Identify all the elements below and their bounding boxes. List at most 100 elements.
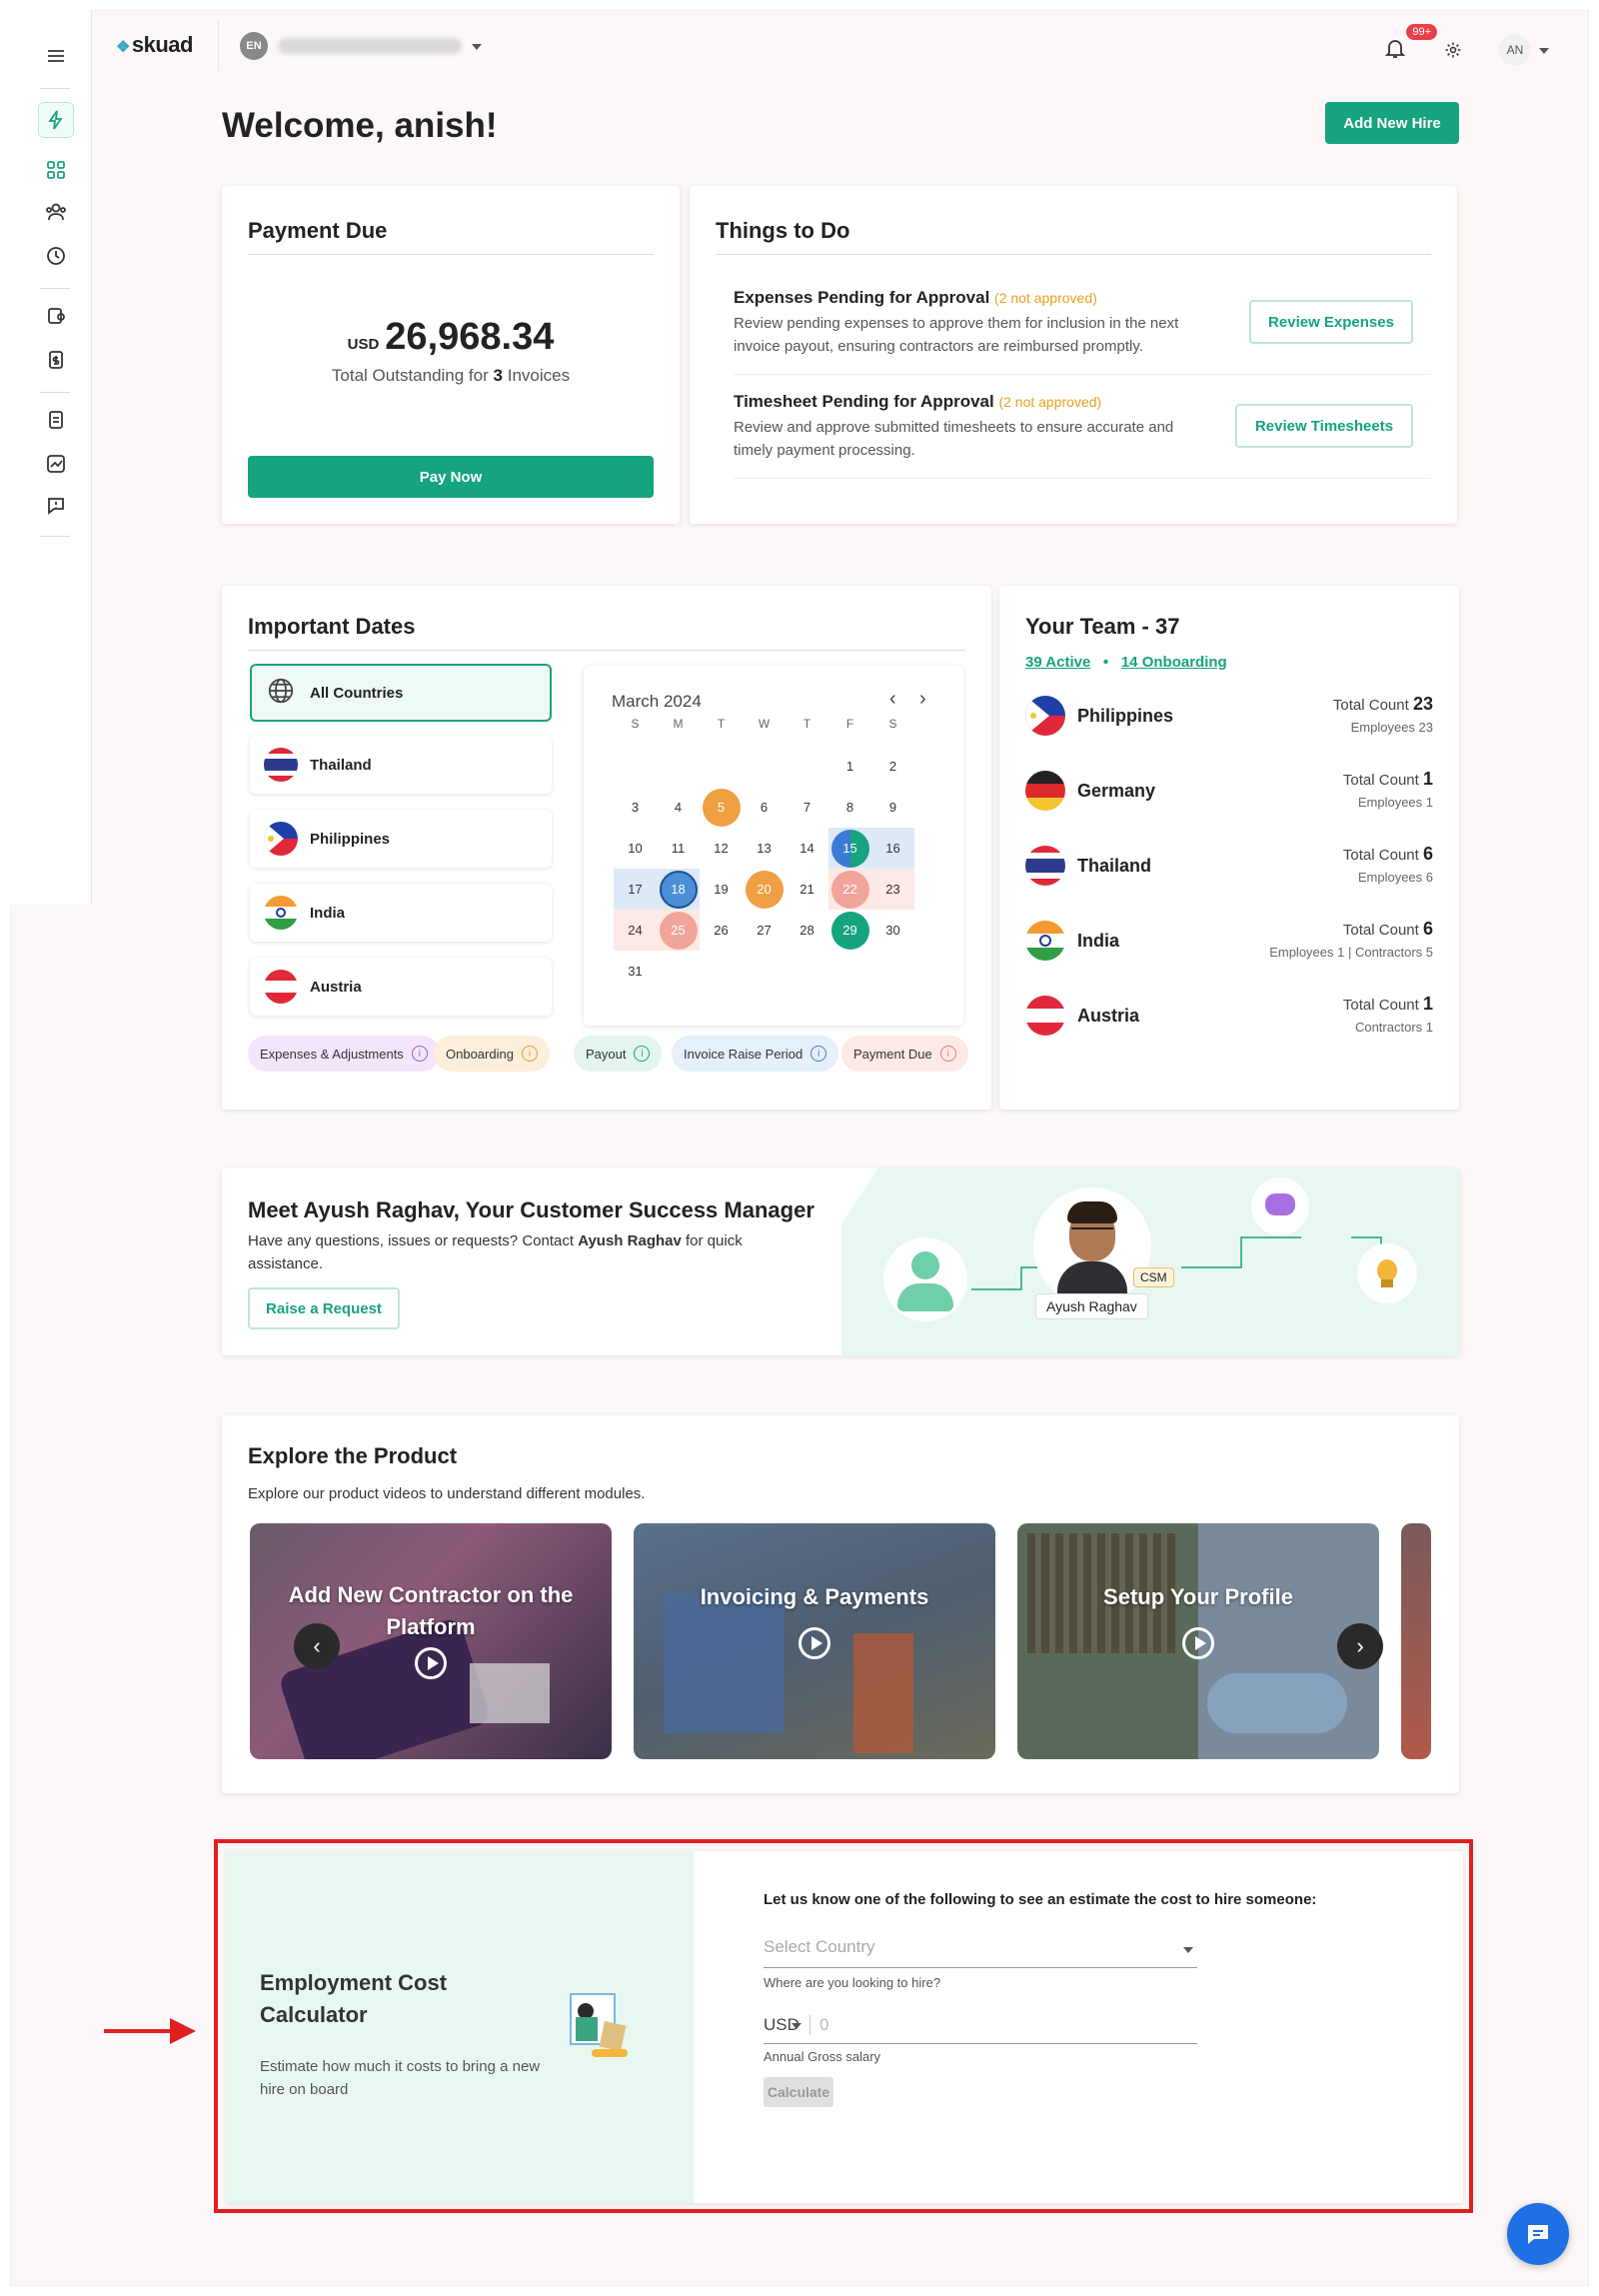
chevron-down-icon[interactable] — [1539, 48, 1549, 54]
weekday-label: S — [888, 717, 897, 731]
calendar-day[interactable]: 27 — [743, 910, 786, 951]
calendar-day[interactable]: 28 — [786, 910, 828, 951]
country-all[interactable]: All Countries — [250, 664, 552, 722]
calendar-day[interactable]: 11 — [657, 828, 700, 869]
austria-flag-icon — [1025, 996, 1065, 1036]
video-invoicing[interactable]: Invoicing & Payments — [634, 1523, 995, 1759]
company-selector[interactable] — [278, 38, 462, 54]
team-row-thailand[interactable]: Thailand Total Count 6 Employees 6 — [1025, 844, 1433, 914]
calendar-day[interactable]: 22 — [828, 869, 871, 910]
country-thailand[interactable]: Thailand — [250, 736, 552, 794]
documents-icon[interactable] — [38, 402, 74, 438]
calendar-day[interactable]: 7 — [786, 787, 828, 828]
calendar-day[interactable]: 3 — [614, 787, 657, 828]
quick-actions-icon[interactable] — [38, 102, 74, 138]
calendar-day[interactable]: 29 — [828, 910, 871, 951]
globe-icon — [266, 676, 310, 710]
chevron-down-icon[interactable] — [472, 44, 482, 50]
play-icon[interactable] — [1182, 1627, 1214, 1659]
play-icon[interactable] — [415, 1647, 447, 1679]
active-link[interactable]: 39 Active — [1025, 654, 1090, 671]
outstanding-text: Total Outstanding for 3 Invoices — [331, 366, 571, 385]
calendar-day[interactable]: 21 — [786, 869, 828, 910]
menu-icon[interactable] — [38, 38, 74, 74]
onboarding-link[interactable]: 14 Onboarding — [1121, 654, 1227, 671]
team-status-links: 39 Active • 14 Onboarding — [1025, 654, 1227, 671]
raise-request-button[interactable]: Raise a Request — [248, 1287, 400, 1329]
legend-invoice-raise[interactable]: Invoice Raise Period i — [672, 1036, 839, 1072]
calendar-day[interactable]: 1 — [828, 746, 871, 787]
team-row-philippines[interactable]: Philippines Total Count 23 Employees 23 — [1025, 694, 1433, 764]
play-icon[interactable] — [799, 1627, 830, 1659]
germany-flag-icon — [1025, 771, 1065, 811]
team-row-germany[interactable]: Germany Total Count 1 Employees 1 — [1025, 769, 1433, 839]
calendar-day[interactable]: 25 — [657, 910, 700, 951]
calendar-day[interactable]: 13 — [743, 828, 786, 869]
legend-expenses[interactable]: Expenses & Adjustments i — [248, 1036, 440, 1072]
calendar-day[interactable]: 18 — [657, 869, 700, 910]
language-badge[interactable]: EN — [240, 32, 268, 60]
calendar-day[interactable]: 4 — [657, 787, 700, 828]
gear-icon[interactable] — [1443, 40, 1463, 65]
review-expenses-button[interactable]: Review Expenses — [1249, 300, 1413, 344]
legend-payout[interactable]: Payout i — [574, 1036, 663, 1072]
reports-icon[interactable] — [38, 446, 74, 482]
calendar-day[interactable]: 20 — [743, 869, 786, 910]
legend-onboarding[interactable]: Onboarding i — [434, 1036, 550, 1072]
calendar-day[interactable]: 15 — [828, 828, 871, 869]
chevron-left-icon[interactable]: ‹ — [889, 688, 896, 711]
calculator-description: Estimate how much it costs to bring a ne… — [260, 2058, 541, 2098]
things-to-do-card: Things to Do Expenses Pending for Approv… — [690, 186, 1457, 524]
review-timesheets-button[interactable]: Review Timesheets — [1235, 404, 1413, 448]
calendar-day[interactable]: 23 — [871, 869, 914, 910]
chevron-down-icon[interactable] — [792, 2023, 801, 2029]
austria-flag-icon — [264, 970, 298, 1004]
country-philippines[interactable]: Philippines — [250, 810, 552, 868]
calendar-day[interactable]: 8 — [828, 787, 871, 828]
calendar-day[interactable]: 10 — [614, 828, 657, 869]
calendar-day[interactable]: 30 — [871, 910, 914, 951]
calendar-day[interactable]: 5 — [700, 787, 743, 828]
calendar-day[interactable]: 16 — [871, 828, 914, 869]
video-partial[interactable] — [1401, 1523, 1431, 1759]
salary-input[interactable]: 0 — [819, 2015, 1197, 2039]
calendar-day[interactable]: 24 — [614, 910, 657, 951]
carousel-next-button[interactable]: › — [1337, 1623, 1383, 1669]
add-new-hire-button[interactable]: Add New Hire — [1325, 102, 1459, 144]
calendar-day[interactable]: 12 — [700, 828, 743, 869]
calculator-intro: Employment Cost Calculator Estimate how … — [226, 1851, 694, 2203]
payments-icon[interactable] — [38, 298, 74, 334]
calendar-day[interactable]: 31 — [614, 951, 657, 992]
chevron-right-icon[interactable]: › — [919, 688, 926, 711]
country-select[interactable]: Select Country — [764, 1937, 1197, 1965]
video-setup-profile[interactable]: Setup Your Profile — [1017, 1523, 1379, 1759]
legend-payment-due[interactable]: Payment Due i — [841, 1036, 968, 1072]
calendar-day[interactable]: 9 — [871, 787, 914, 828]
calendar-day[interactable]: 26 — [700, 910, 743, 951]
calendar-day[interactable]: 19 — [700, 869, 743, 910]
carousel-prev-button[interactable]: ‹ — [294, 1623, 340, 1669]
country-india[interactable]: India — [250, 884, 552, 942]
user-avatar[interactable]: AN — [1499, 34, 1531, 66]
calendar-day[interactable]: 2 — [871, 746, 914, 787]
calendar-day[interactable]: 6 — [743, 787, 786, 828]
clock-icon[interactable] — [38, 238, 74, 274]
employment-cost-calculator: Employment Cost Calculator Estimate how … — [226, 1851, 1463, 2203]
calculate-button[interactable]: Calculate — [764, 2077, 833, 2107]
team-icon[interactable] — [38, 194, 74, 230]
sidebar — [10, 10, 92, 905]
bell-icon[interactable] — [1383, 36, 1409, 62]
chevron-down-icon[interactable] — [1183, 1947, 1193, 1953]
country-austria[interactable]: Austria — [250, 958, 552, 1016]
calendar-day[interactable]: 17 — [614, 869, 657, 910]
feedback-icon[interactable] — [38, 488, 74, 524]
skuad-logo[interactable]: ❖skuad — [116, 32, 193, 58]
invoice-dollar-icon[interactable] — [38, 342, 74, 378]
calendar-day[interactable]: 14 — [786, 828, 828, 869]
team-row-austria[interactable]: Austria Total Count 1 Contractors 1 — [1025, 994, 1433, 1064]
chat-support-button[interactable] — [1507, 2203, 1569, 2265]
calculator-illustration — [562, 1983, 632, 2063]
team-row-india[interactable]: India Total Count 6 Employees 1 | Contra… — [1025, 919, 1433, 989]
dashboard-icon[interactable] — [38, 152, 74, 188]
pay-now-button[interactable]: Pay Now — [248, 456, 654, 498]
